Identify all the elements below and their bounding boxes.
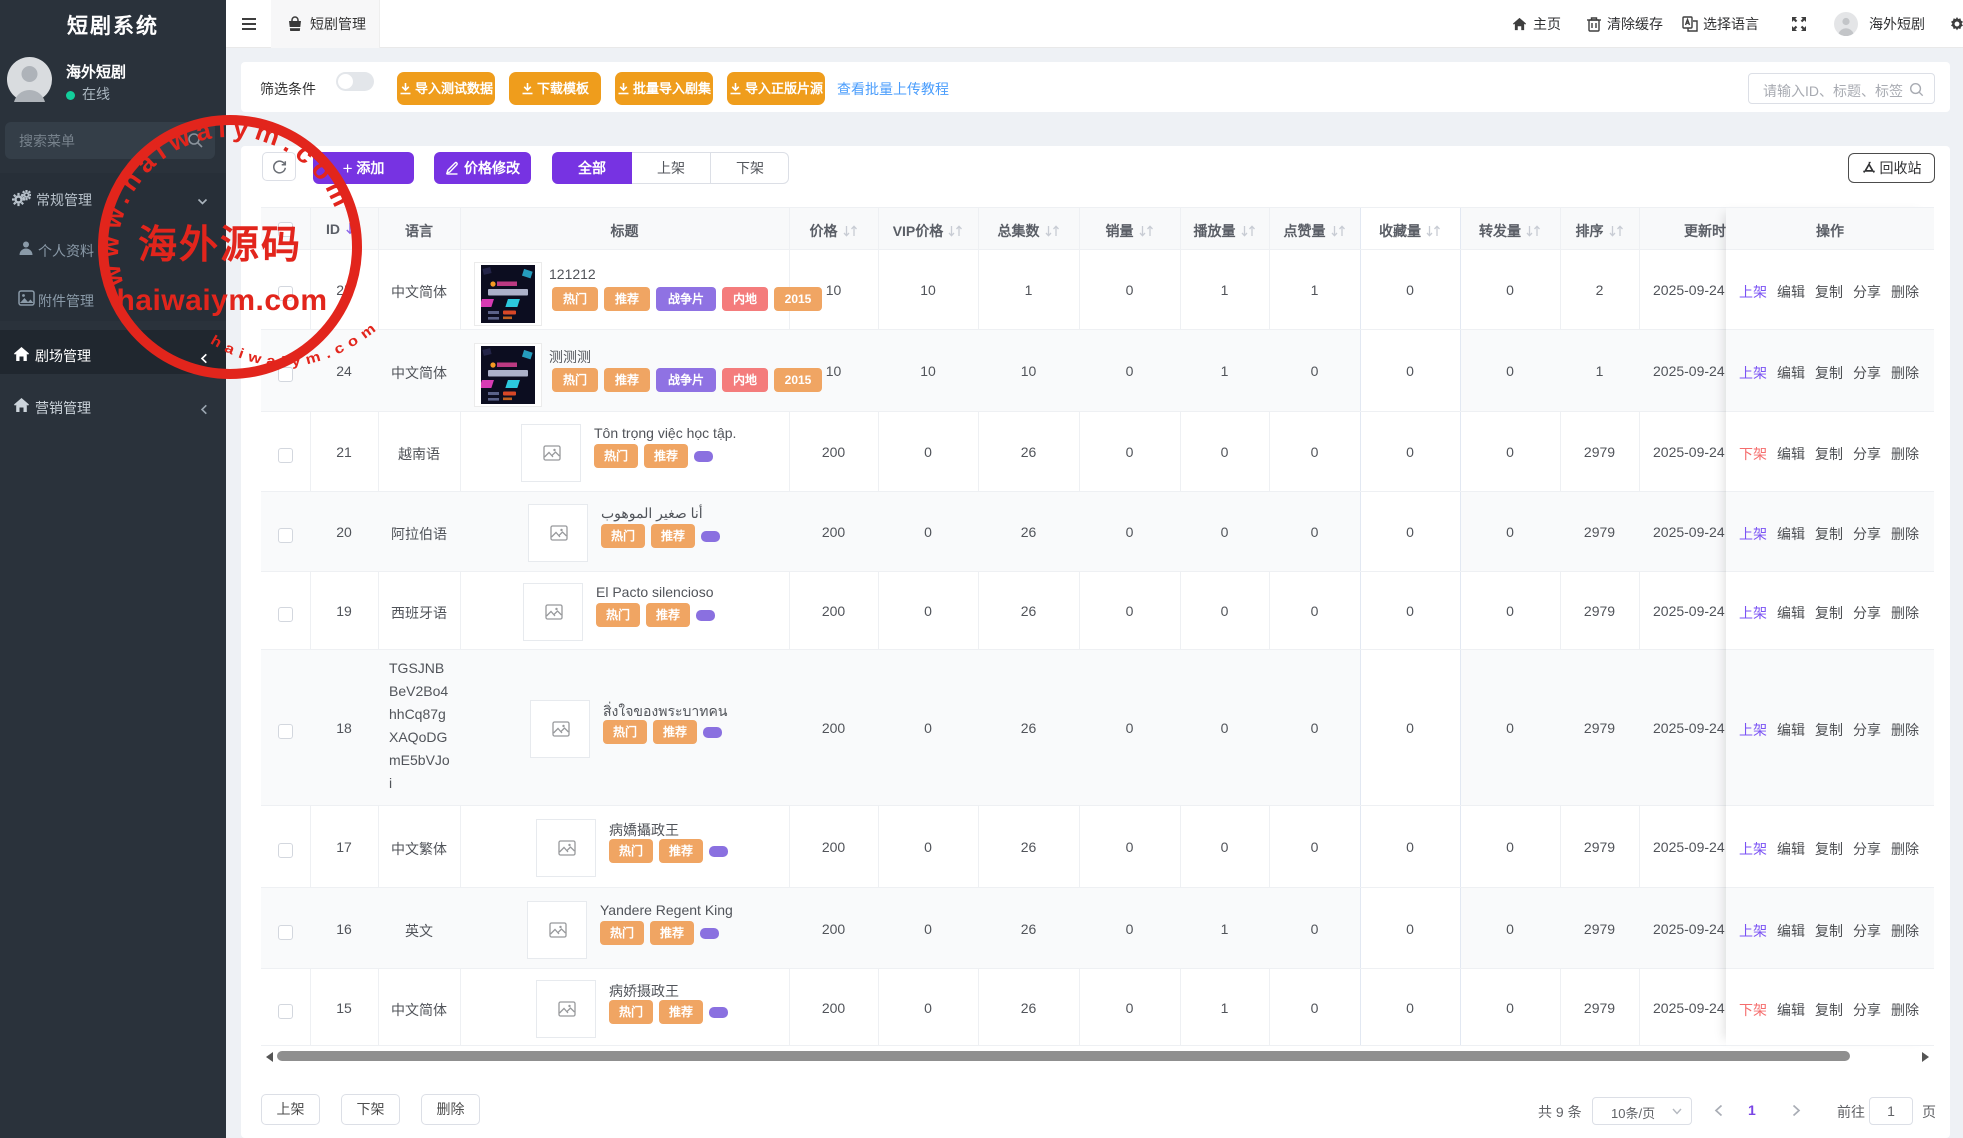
- svg-text:haiwaiym.com: haiwaiym.com: [116, 284, 327, 317]
- svg-text:海外源码: 海外源码: [138, 224, 302, 267]
- svg-text:haiwaiym.com: haiwaiym.com: [208, 316, 383, 369]
